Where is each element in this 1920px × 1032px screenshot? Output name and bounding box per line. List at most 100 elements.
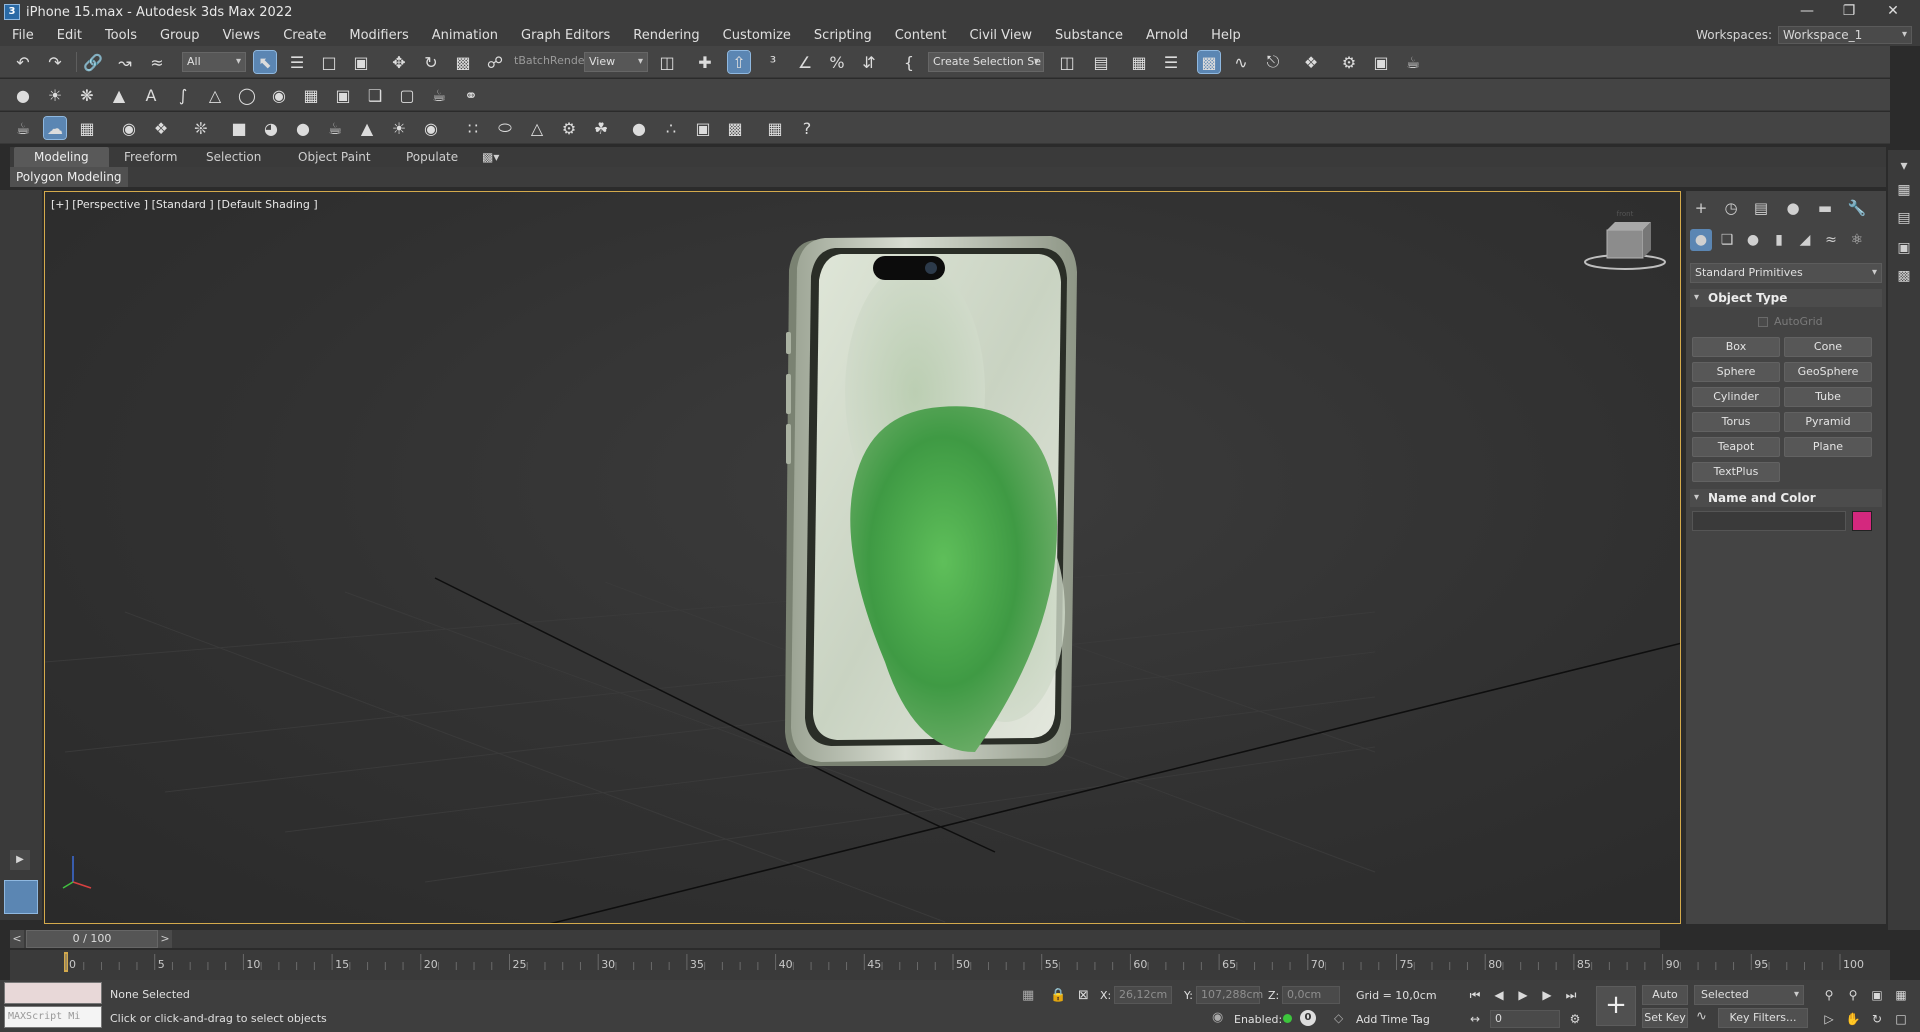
light-bulb-icon[interactable]: ●: [12, 84, 34, 106]
menu-animation[interactable]: Animation: [420, 28, 509, 43]
menu-create[interactable]: Create: [271, 28, 337, 43]
select-rotate-icon[interactable]: ↻: [420, 51, 442, 73]
helpers-icon[interactable]: ◢: [1794, 229, 1816, 251]
time-configuration-icon[interactable]: ⚙: [1566, 1010, 1584, 1028]
key-filters-button[interactable]: Key Filters...: [1718, 1008, 1808, 1028]
play-icon[interactable]: ▶: [1514, 986, 1532, 1004]
menu-content[interactable]: Content: [883, 28, 958, 43]
tree-icon[interactable]: ▲: [108, 84, 130, 106]
grid-helper-icon[interactable]: ▦: [300, 84, 322, 106]
teapot-button[interactable]: Teapot: [1692, 437, 1780, 457]
menu-group[interactable]: Group: [148, 28, 211, 43]
render-production-icon[interactable]: ☕: [1402, 51, 1424, 73]
adaptive-degradation-icon[interactable]: ◉: [1212, 1010, 1223, 1025]
scene-explorer-icon[interactable]: ▦: [1128, 51, 1150, 73]
scene-layers-icon[interactable]: ▦: [1894, 180, 1914, 200]
select-by-name-icon[interactable]: ☰: [286, 51, 308, 73]
box-primitive-icon[interactable]: ■: [228, 117, 250, 139]
selection-filter-dropdown[interactable]: All: [182, 52, 246, 72]
menu-customize[interactable]: Customize: [711, 28, 802, 43]
spinner-snap-icon[interactable]: ⇵: [858, 51, 880, 73]
select-scale-icon[interactable]: ▩: [452, 51, 474, 73]
zoom-all-icon[interactable]: ⚲: [1844, 986, 1862, 1004]
textplus-button[interactable]: TextPlus: [1692, 462, 1780, 482]
helper-icon[interactable]: ❑: [364, 84, 386, 106]
shapes-icon[interactable]: ❑: [1716, 229, 1738, 251]
teapot-primitive-icon[interactable]: ☕: [324, 117, 346, 139]
display-tab-icon[interactable]: ▬: [1814, 197, 1836, 219]
rectangular-selection-icon[interactable]: □: [318, 51, 340, 73]
utilities-tab-icon[interactable]: 🔧: [1846, 197, 1868, 219]
tab-selection[interactable]: Selection: [186, 147, 281, 167]
menu-views[interactable]: Views: [211, 28, 272, 43]
rendered-frame-window-icon[interactable]: ▣: [1370, 51, 1392, 73]
name-and-color-rollout[interactable]: Name and Color: [1690, 489, 1882, 507]
minimize-icon[interactable]: —: [1784, 0, 1830, 24]
default-tangents-icon[interactable]: ∿: [1696, 1009, 1707, 1024]
maximize-viewport-icon[interactable]: □: [1892, 1010, 1910, 1028]
shader-ball-icon[interactable]: ●: [628, 117, 650, 139]
menu-scripting[interactable]: Scripting: [802, 28, 883, 43]
cameras-icon[interactable]: ▮: [1768, 229, 1790, 251]
previous-key-icon[interactable]: ◀: [1490, 986, 1508, 1004]
time-tag-icon[interactable]: ◇: [1334, 1011, 1343, 1025]
dots-pattern-icon[interactable]: ∷: [462, 117, 484, 139]
create-tab-icon[interactable]: +: [1690, 197, 1712, 219]
camera-icon[interactable]: ◉: [268, 84, 290, 106]
hierarchy-tab-icon[interactable]: ▤: [1750, 197, 1772, 219]
render-layers-icon[interactable]: ▩: [1894, 266, 1914, 286]
close-icon[interactable]: ✕: [1870, 0, 1916, 24]
auto-key-button[interactable]: Auto Key: [1642, 985, 1688, 1019]
layer-explorer-icon[interactable]: ☰: [1160, 51, 1182, 73]
dome-icon[interactable]: ◕: [260, 117, 282, 139]
previous-frame-button[interactable]: <: [10, 930, 24, 948]
autogrid-checkbox[interactable]: [1758, 316, 1768, 327]
tripod-icon[interactable]: △: [526, 117, 548, 139]
tab-populate[interactable]: Populate: [386, 147, 478, 167]
ribbon-options-icon[interactable]: ▩▾: [474, 147, 507, 167]
lights-icon[interactable]: ●: [1742, 229, 1764, 251]
add-time-tag-button[interactable]: Add Time Tag: [1356, 1013, 1430, 1026]
arnold-render-icon[interactable]: ▩: [724, 117, 746, 139]
teapot-icon[interactable]: ☕: [12, 117, 34, 139]
current-frame-field[interactable]: 0: [1490, 1010, 1560, 1028]
text-shape-icon[interactable]: A: [140, 84, 162, 106]
maxscript-listener-output[interactable]: [4, 982, 102, 1004]
polygon-modeling-panel[interactable]: Polygon Modeling: [10, 167, 128, 187]
teapot-tool-icon[interactable]: ☕: [428, 84, 450, 106]
vfx-icon[interactable]: ❊: [190, 117, 212, 139]
space-warps-icon[interactable]: ≈: [1820, 229, 1842, 251]
plane-button[interactable]: Plane: [1784, 437, 1872, 457]
asset-tracking-icon[interactable]: ▣: [1894, 238, 1914, 258]
bulb-tool-icon[interactable]: ⚭: [460, 84, 482, 106]
unlink-icon[interactable]: ↝: [114, 51, 136, 73]
mirror-icon[interactable]: ◫: [1056, 51, 1078, 73]
x-coord-field[interactable]: 26,12cm: [1114, 986, 1172, 1004]
sun-icon[interactable]: ☀: [388, 117, 410, 139]
z-coord-field[interactable]: 0,0cm: [1282, 986, 1340, 1004]
set-keys-icon[interactable]: +: [1596, 986, 1636, 1026]
image-icon[interactable]: ▦: [76, 117, 98, 139]
named-selection-sets-dropdown[interactable]: Create Selection Se: [928, 52, 1044, 72]
menu-civil-view[interactable]: Civil View: [957, 28, 1043, 43]
schematic-view-icon[interactable]: ⎋: [1262, 51, 1284, 73]
torus-button[interactable]: Torus: [1692, 412, 1780, 432]
frame-icon[interactable]: ▣: [332, 84, 354, 106]
cone-shape-icon[interactable]: △: [204, 84, 226, 106]
menu-tools[interactable]: Tools: [93, 28, 148, 43]
select-place-icon[interactable]: ☍: [484, 51, 506, 73]
window-crossing-icon[interactable]: ▣: [350, 51, 372, 73]
arnold-render-view-icon[interactable]: ▣: [692, 117, 714, 139]
pyramid-primitive-icon[interactable]: ▲: [356, 117, 378, 139]
viewport-label[interactable]: [+] [Perspective ] [Standard ] [Default …: [51, 198, 318, 211]
help-icon[interactable]: ?: [796, 117, 818, 139]
environment-icon[interactable]: ☁: [43, 116, 67, 140]
spline-icon[interactable]: ∫: [172, 84, 194, 106]
modify-tab-icon[interactable]: ◷: [1720, 197, 1742, 219]
autogrid-option[interactable]: AutoGrid: [1758, 315, 1823, 328]
primitive-category-dropdown[interactable]: Standard Primitives: [1690, 263, 1882, 283]
redo-icon[interactable]: ↷: [44, 51, 66, 73]
menu-modifiers[interactable]: Modifiers: [337, 28, 419, 43]
menu-rendering[interactable]: Rendering: [621, 28, 710, 43]
selection-lock-icon[interactable]: 🔒: [1050, 988, 1066, 1003]
